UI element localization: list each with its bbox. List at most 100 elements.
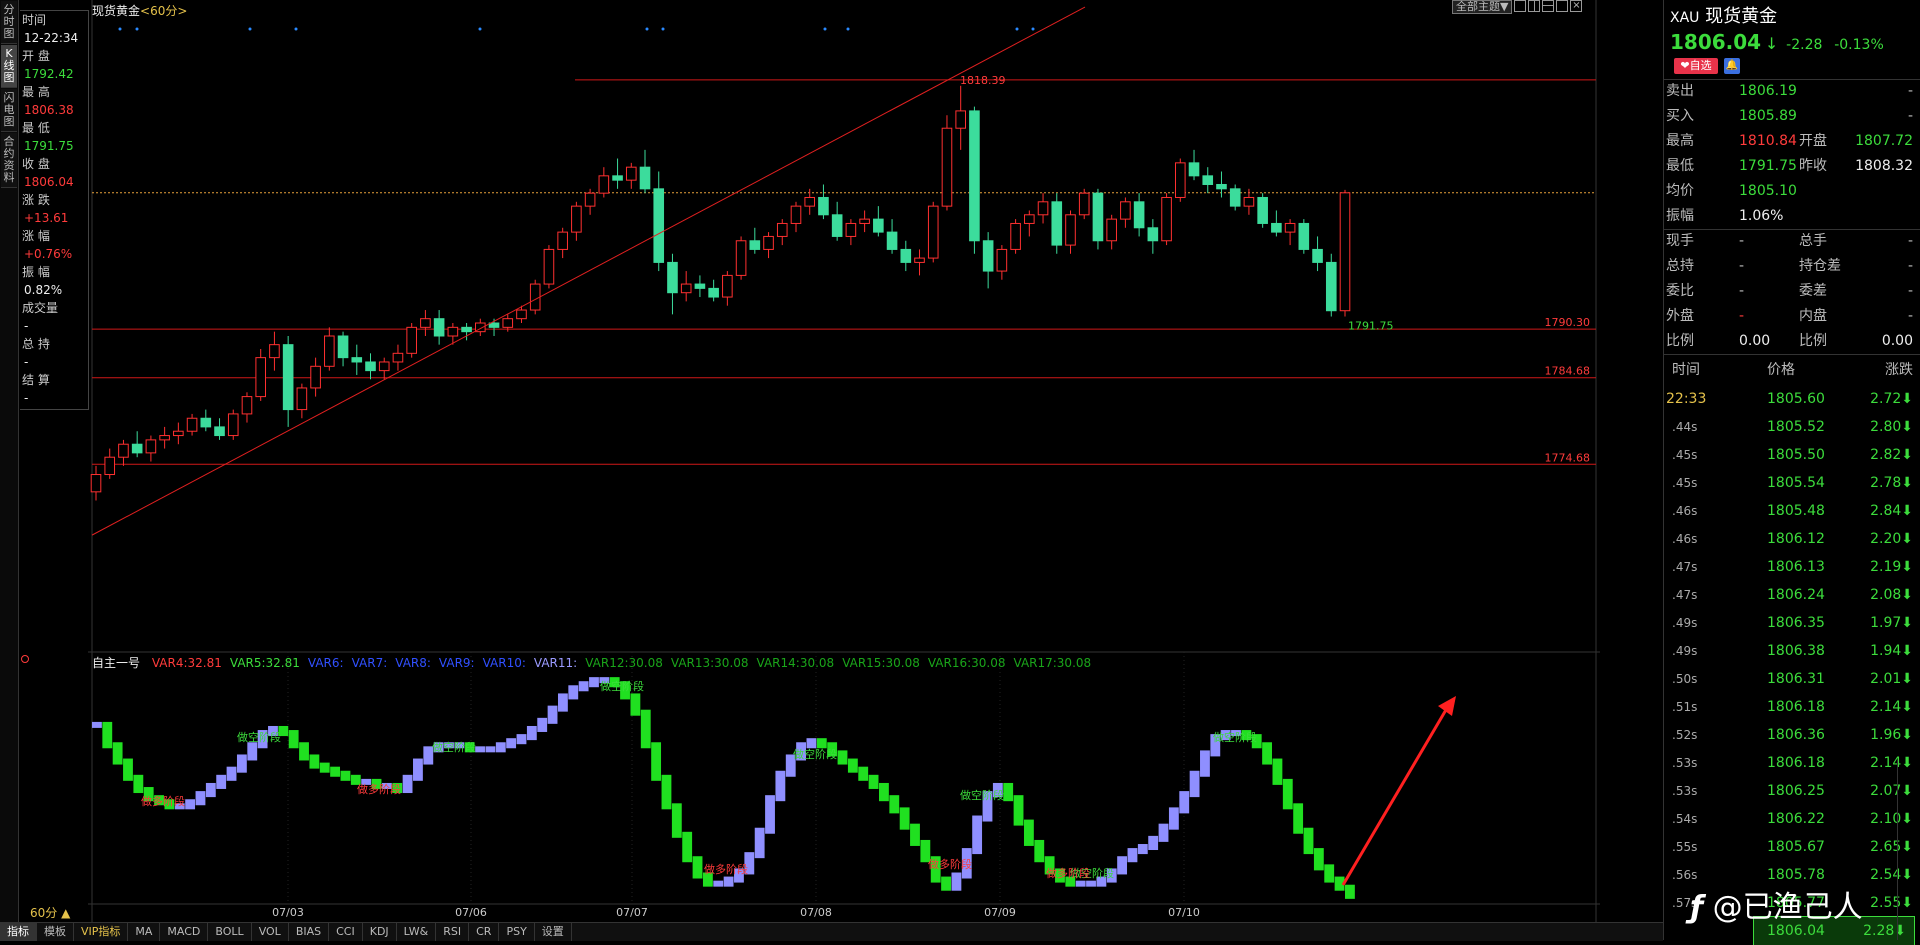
tab-kline[interactable]: K线图 bbox=[1, 45, 17, 88]
theme-select[interactable]: 全部主题▼ bbox=[1452, 0, 1513, 14]
chart-title: 现货黄金<60分> bbox=[92, 2, 187, 19]
tick-price: 1805.50 bbox=[1767, 447, 1825, 463]
tab-time-sharing[interactable]: 分时图 bbox=[1, 1, 17, 44]
tick-row: .44s 1805.52 2.80⬇ bbox=[1664, 413, 1920, 441]
tick-list-scrollbar[interactable] bbox=[1897, 760, 1912, 940]
oscillator-bar bbox=[485, 746, 496, 753]
indicator-tab[interactable]: 指标 bbox=[0, 923, 37, 941]
candle-body bbox=[1271, 222, 1282, 233]
oscillator-bar bbox=[1003, 782, 1014, 802]
down-arrow-icon: ⬇ bbox=[1901, 615, 1913, 631]
indicator-tab[interactable]: MACD bbox=[160, 923, 209, 941]
tick-price: 1805.54 bbox=[1767, 475, 1825, 491]
quote-row: 委比 - 委差 - bbox=[1664, 279, 1920, 304]
indicator-tab[interactable]: BOLL bbox=[208, 923, 252, 941]
indicator-settings-icon[interactable] bbox=[21, 655, 29, 663]
window-restore-icon[interactable] bbox=[1556, 0, 1569, 12]
oscillator-bar bbox=[547, 705, 558, 724]
info-label: 最 高 bbox=[22, 85, 50, 99]
info-label: 结 算 bbox=[22, 373, 50, 387]
timeframe-selector[interactable]: 60分 ▲ bbox=[0, 904, 86, 922]
support-line-label: 1784.68 bbox=[1545, 365, 1591, 378]
quote-value: 1.06% bbox=[1739, 208, 1784, 224]
layout-grid-icon[interactable] bbox=[1542, 0, 1555, 12]
candle-body bbox=[461, 326, 472, 333]
candle-body bbox=[310, 365, 321, 389]
long-phase-label: 做多阶段 bbox=[928, 857, 972, 871]
indicator-tab[interactable]: PSY bbox=[499, 923, 535, 941]
layout-split-icon[interactable] bbox=[1528, 0, 1541, 12]
bell-icon[interactable]: 🔔 bbox=[1724, 58, 1740, 74]
quote-panel: XAU 现货黄金 1806.04 ↓ -2.28 -0.13% ❤自选 🔔 卖出… bbox=[1663, 0, 1920, 945]
signal-dot bbox=[645, 27, 649, 31]
add-favorite-button[interactable]: ❤自选 bbox=[1674, 58, 1718, 74]
indicator-tab[interactable]: RSI bbox=[436, 923, 470, 941]
info-label: 成交量 bbox=[22, 301, 59, 315]
tab-flash-chart[interactable]: 闪电图 bbox=[1, 89, 17, 132]
indicator-tab[interactable]: CCI bbox=[329, 923, 363, 941]
quote-row: 外盘 - 内盘 - bbox=[1664, 304, 1920, 329]
candle-body bbox=[749, 240, 761, 250]
oscillator-bar bbox=[1179, 791, 1190, 814]
quote-row: 均价 1805.10 bbox=[1664, 179, 1920, 204]
tick-price: 1806.38 bbox=[1767, 643, 1825, 659]
layout-single-icon[interactable] bbox=[1514, 0, 1527, 12]
info-value: +0.76% bbox=[24, 247, 73, 261]
oscillator-bar bbox=[806, 738, 817, 749]
quote-value-2: 0.00 bbox=[1881, 333, 1913, 349]
tick-change-value: 2.80 bbox=[1870, 419, 1902, 435]
tick-row: .52s 1806.36 1.96⬇ bbox=[1664, 721, 1920, 749]
indicator-tab[interactable]: VIP指标 bbox=[74, 923, 129, 941]
signal-dot bbox=[294, 27, 298, 31]
oscillator-bar bbox=[495, 742, 506, 753]
indicator-tab[interactable]: VOL bbox=[252, 923, 289, 941]
candle-body bbox=[708, 287, 719, 298]
indicator-tab[interactable]: 模板 bbox=[37, 923, 74, 941]
tick-time: .45s bbox=[1672, 448, 1698, 462]
candle-body bbox=[873, 218, 884, 233]
date-label: 07/08 bbox=[800, 906, 832, 919]
indicator-var: VAR10: bbox=[482, 656, 526, 670]
candle-body bbox=[790, 205, 802, 224]
oscillator-bar bbox=[754, 827, 765, 859]
indicator-tab[interactable]: BIAS bbox=[289, 923, 330, 941]
tick-time: .47s bbox=[1672, 588, 1698, 602]
tick-change-value: 2.28 bbox=[1863, 923, 1895, 939]
long-phase-label: 做多阶段 bbox=[357, 782, 401, 796]
quote-value: - bbox=[1739, 258, 1745, 274]
oscillator-bar bbox=[475, 746, 485, 753]
tick-price: 1805.48 bbox=[1767, 503, 1825, 519]
quote-value-2: - bbox=[1907, 308, 1913, 324]
candle-body bbox=[200, 417, 212, 428]
oscillator-bar bbox=[185, 799, 196, 810]
indicator-var: VAR15:30.08 bbox=[842, 656, 920, 670]
candle-body bbox=[667, 261, 678, 294]
candle-body bbox=[1216, 183, 1227, 190]
candle-body bbox=[420, 318, 431, 328]
quote-value-2: - bbox=[1907, 83, 1913, 99]
candle-body bbox=[324, 335, 335, 367]
divider bbox=[1664, 229, 1920, 230]
indicator-tab[interactable]: CR bbox=[469, 923, 500, 941]
indicator-tab[interactable]: MA bbox=[128, 923, 161, 941]
down-arrow-icon: ⬇ bbox=[1901, 643, 1913, 659]
tick-change-value: 2.72 bbox=[1870, 391, 1902, 407]
close-icon[interactable]: × bbox=[1570, 0, 1583, 12]
indicator-tab[interactable]: 设置 bbox=[535, 923, 572, 941]
kline-chart[interactable]: 1826.001819.091812.191805.291798.381791.… bbox=[88, 0, 1600, 922]
indicator-tab[interactable]: KDJ bbox=[363, 923, 397, 941]
tick-price: 1806.18 bbox=[1767, 755, 1825, 771]
candle-body bbox=[1120, 201, 1131, 220]
tick-row: .49s 1806.38 1.94⬇ bbox=[1664, 637, 1920, 665]
tick-row: .54s 1806.22 2.10⬇ bbox=[1664, 805, 1920, 833]
candle-body bbox=[104, 456, 116, 476]
tab-contract-info[interactable]: 合约资料 bbox=[1, 133, 17, 188]
oscillator-bar bbox=[661, 774, 672, 810]
candle-body bbox=[392, 352, 404, 363]
indicator-tab[interactable]: LW& bbox=[397, 923, 437, 941]
oscillator-bar bbox=[1189, 770, 1200, 798]
bottom-indicator-tabs: 指标 模板 VIP指标 MA MACD BOLL VOL BIAS CCI KDJ LW& RSI CR… bbox=[0, 922, 1663, 941]
tick-time: .46s bbox=[1672, 532, 1698, 546]
oscillator-bar bbox=[1013, 795, 1024, 826]
candle-body bbox=[131, 443, 143, 454]
